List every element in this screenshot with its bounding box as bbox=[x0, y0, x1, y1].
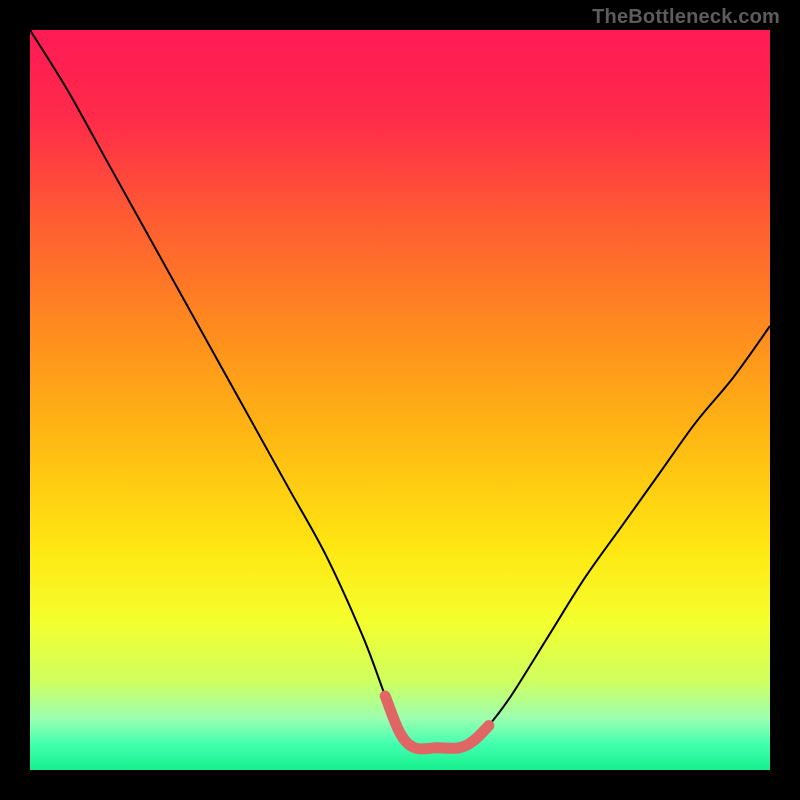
chart-stage: TheBottleneck.com bbox=[0, 0, 800, 800]
sweet-spot-band bbox=[385, 696, 489, 749]
plot-area bbox=[30, 30, 770, 770]
curve-layer bbox=[30, 30, 770, 770]
watermark-text: TheBottleneck.com bbox=[592, 6, 780, 29]
bottleneck-curve bbox=[30, 30, 770, 749]
